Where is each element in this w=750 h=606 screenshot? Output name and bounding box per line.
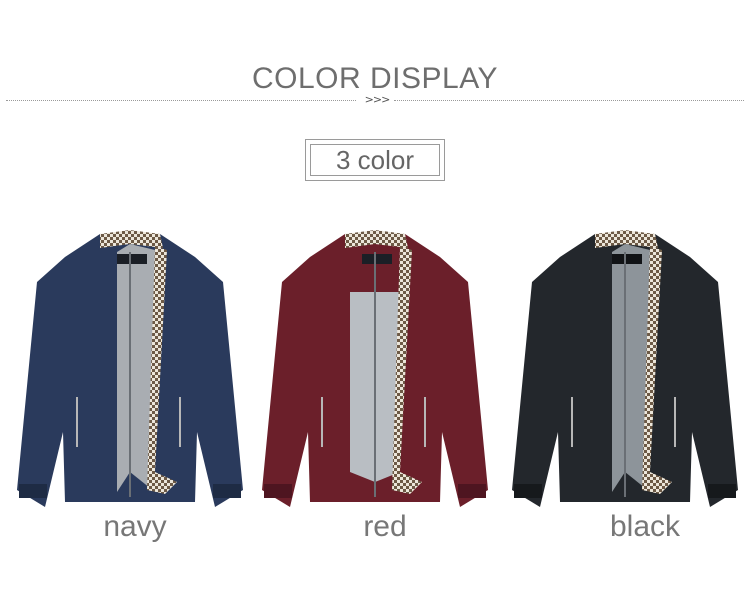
jacket-image [512,230,738,507]
product-navy[interactable] [5,222,255,522]
product-red[interactable] [250,222,500,522]
color-count-badge: 3 color [305,139,445,181]
divider-right [394,100,744,101]
section-title: COLOR DISPLAY [251,62,499,95]
jacket-image [262,230,488,507]
divider-left [6,100,356,101]
jacket-image [17,230,243,507]
color-count-text: 3 color [310,144,440,176]
product-black[interactable] [500,222,750,522]
product-label-red: red [363,510,407,543]
product-label-black: black [609,510,681,543]
product-label-navy: navy [103,510,167,543]
chevrons-icon: >>> [364,93,391,106]
